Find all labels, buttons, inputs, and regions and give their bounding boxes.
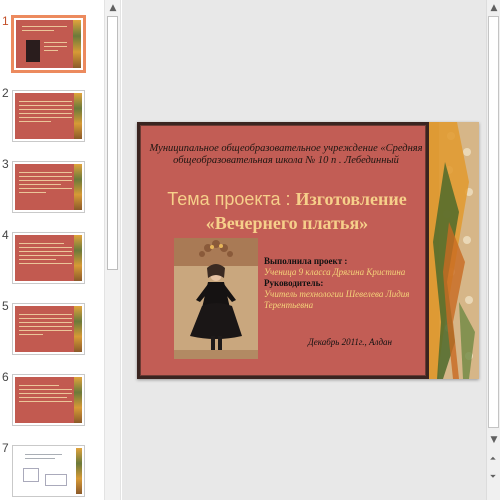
slide-number: 7 — [2, 441, 9, 455]
author-value: Ученица 9 класса Дрягина Кристина — [264, 267, 406, 277]
slide-thumbnail-3[interactable]: 3 — [0, 157, 104, 217]
presentation-editor: 1 2 3 4 5 6 7 ▲ Муниципальное общеобразо… — [0, 0, 500, 500]
scrollbar-thumb[interactable] — [488, 16, 499, 428]
slide-number: 3 — [2, 157, 9, 171]
current-slide[interactable]: Муниципальное общеобразовательное учрежд… — [137, 122, 479, 379]
student-photo[interactable] — [174, 238, 258, 359]
slide-content-frame: Муниципальное общеобразовательное учрежд… — [137, 122, 429, 379]
supervisor-value: Учитель технологии Шевелева Лидия Терент… — [264, 289, 410, 310]
institution-text[interactable]: Муниципальное общеобразовательное учрежд… — [148, 143, 424, 167]
next-slide-icon[interactable]: ⏷ — [486, 470, 500, 484]
decorative-ornament-stripe — [429, 122, 479, 379]
slide-title[interactable]: Тема проекта : Изготовление «Вечернего п… — [146, 187, 428, 235]
scroll-up-icon[interactable]: ▲ — [487, 0, 500, 16]
scroll-down-icon[interactable]: ▼ — [487, 432, 500, 448]
date-location-text[interactable]: Декабрь 2011г., Алдан — [280, 337, 420, 347]
author-label: Выполнила проект : — [264, 256, 348, 266]
ornament-illustration — [429, 122, 479, 379]
previous-slide-icon[interactable]: ⏶ — [486, 452, 500, 466]
slide-thumbnail-image — [12, 161, 85, 213]
slide-thumbnail-1[interactable]: 1 — [0, 14, 104, 74]
slide-thumbnail-image — [12, 232, 85, 284]
thumbnails-scrollbar[interactable]: ▲ — [104, 0, 121, 500]
slide-thumbnail-2[interactable]: 2 — [0, 86, 104, 146]
slide-number: 5 — [2, 299, 9, 313]
slide-thumbnail-image — [12, 445, 85, 497]
slide-thumbnails-panel: 1 2 3 4 5 6 7 — [0, 0, 104, 500]
title-prefix: Тема проекта : — [167, 189, 296, 209]
slide-thumbnail-5[interactable]: 5 — [0, 299, 104, 359]
slide-number: 1 — [2, 14, 9, 28]
photo-illustration — [174, 238, 258, 359]
scroll-up-icon[interactable]: ▲ — [105, 0, 121, 16]
slide-number: 6 — [2, 370, 9, 384]
slide-thumbnail-7[interactable]: 7 — [0, 441, 104, 500]
editor-scrollbar[interactable]: ▲ ▼ — [486, 0, 500, 500]
supervisor-label: Руководитель: — [264, 278, 324, 288]
slide-number: 4 — [2, 228, 9, 242]
scrollbar-thumb[interactable] — [107, 16, 118, 270]
slide-thumbnail-image — [12, 374, 85, 426]
slide-thumbnail-image — [11, 15, 86, 73]
slide-thumbnail-image — [12, 90, 85, 142]
slide-thumbnail-4[interactable]: 4 — [0, 228, 104, 288]
slide-number: 2 — [2, 86, 9, 100]
slide-thumbnail-6[interactable]: 6 — [0, 370, 104, 430]
slide-thumbnail-image — [12, 303, 85, 355]
project-info[interactable]: Выполнила проект : Ученица 9 класса Дряг… — [264, 256, 432, 311]
